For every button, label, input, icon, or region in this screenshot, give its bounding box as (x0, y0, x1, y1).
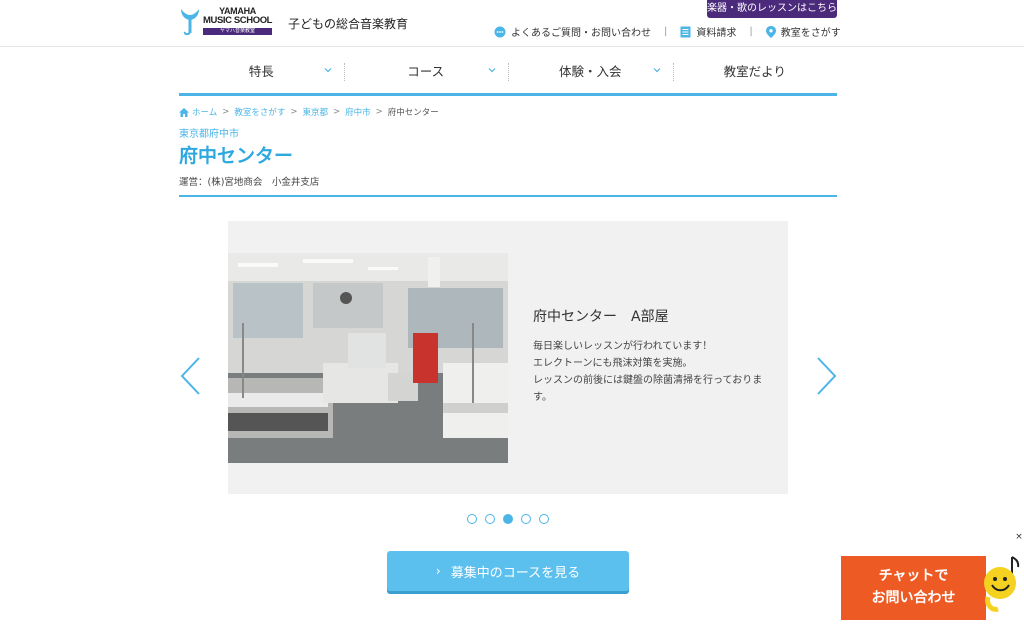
slider-dot[interactable] (539, 514, 549, 524)
nav-item-label: 教室だより (723, 64, 786, 79)
home-icon (179, 107, 189, 117)
find-school-link[interactable]: 教室をさがす (765, 24, 841, 39)
chevron-right-icon: › (435, 564, 441, 578)
yamaha-logo[interactable]: YAMAHA MUSIC SCHOOL ヤマハ音楽教室 (179, 7, 272, 37)
chat-line-1: チャットで (878, 568, 949, 584)
chevron-down-icon (488, 68, 496, 73)
operator-info: 運営：(株)宮地商会 小金井支店 (179, 177, 320, 188)
faq-link-label: よくあるご質問・お問い合わせ (511, 28, 651, 39)
slide-description-line: す。 (533, 392, 552, 403)
nav-item-features[interactable]: 特長 (179, 57, 344, 93)
nav-item-courses[interactable]: コース (343, 57, 509, 93)
breadcrumb-city[interactable]: 府中市 (345, 106, 371, 118)
chat-close-button[interactable]: × (1014, 532, 1024, 542)
chat-line-2: お問い合わせ (871, 590, 956, 606)
faq-link[interactable]: よくあるご質問・お問い合わせ (494, 24, 651, 39)
slider-dot[interactable] (521, 514, 531, 524)
slider-dot[interactable] (467, 514, 477, 524)
nav-item-trial-enroll[interactable]: 体験・入会 (508, 57, 673, 93)
breadcrumb-separator: > (290, 107, 298, 117)
title-divider (179, 195, 837, 197)
page-title: 府中センター (179, 145, 294, 167)
breadcrumb-separator: > (333, 107, 341, 117)
site-tagline: 子どもの総合音楽教育 (288, 17, 409, 31)
slide-description: 毎日楽しいレッスンが行われています！ エレクトーンにも飛沫対策を実施。 レッスン… (533, 338, 773, 406)
breadcrumb-separator: > (375, 107, 383, 117)
nav-item-label: コース (407, 64, 445, 79)
slider-pagination (467, 514, 549, 524)
breadcrumb-separator: > (222, 107, 230, 117)
chat-contact-widget[interactable]: チャットで お問い合わせ (841, 556, 986, 620)
breadcrumb-find-school[interactable]: 教室をさがす (234, 106, 285, 118)
mascot-face-icon (984, 556, 1020, 612)
location-label: 東京都府中市 (179, 129, 239, 140)
slider-dot[interactable] (485, 514, 495, 524)
slide-description-line: レッスンの前後には鍵盤の除菌清掃を行っておりま (533, 375, 763, 386)
brochure-request-label: 資料請求 (696, 28, 737, 39)
page: YAMAHA MUSIC SCHOOL ヤマハ音楽教室 子どもの総合音楽教育 楽… (0, 0, 1024, 625)
logo-text-music-school: MUSIC SCHOOL (203, 15, 273, 26)
nav-item-school-news[interactable]: 教室だより (672, 57, 838, 93)
slider-dot-active[interactable] (503, 514, 513, 524)
slider-slide: 府中センター A部屋 毎日楽しいレッスンが行われています！ エレクトーンにも飛沫… (228, 221, 788, 494)
divider: | (664, 26, 668, 37)
breadcrumb-current: 府中センター (387, 108, 439, 118)
chevron-down-icon (653, 68, 660, 73)
breadcrumb-prefecture[interactable]: 東京都 (303, 106, 329, 118)
find-school-label: 教室をさがす (780, 28, 841, 39)
slide-title: 府中センター A部屋 (533, 309, 669, 325)
document-icon (680, 26, 691, 37)
slide-description-line: 毎日楽しいレッスンが行われています！ (533, 341, 713, 352)
logo-mark-icon (181, 9, 199, 36)
instrument-lessons-button[interactable]: 楽器・歌のレッスンはこちら (707, 0, 837, 18)
view-open-courses-button[interactable]: › 募集中のコースを見る (387, 551, 629, 591)
cta-label: 募集中のコースを見る (450, 565, 581, 581)
nav-item-label: 特長 (248, 64, 274, 79)
chevron-down-icon (324, 68, 331, 73)
classroom-photo (228, 253, 508, 463)
classroom-photo-image (228, 253, 508, 463)
location-pin-icon (765, 25, 776, 38)
divider: | (749, 26, 753, 37)
slider-prev-arrow-icon[interactable] (179, 356, 203, 396)
breadcrumb-home[interactable]: ホーム (192, 106, 217, 118)
chat-bubble-icon (494, 26, 506, 37)
utility-links: よくあるご質問・お問い合わせ | 資料請求 | 教室をさがす (494, 24, 841, 39)
breadcrumb: ホーム > 教室をさがす > 東京都 > 府中市 > 府中センター (179, 106, 439, 118)
logo-subtitle: ヤマハ音楽教室 (203, 27, 273, 35)
nav-item-label: 体験・入会 (558, 64, 622, 79)
site-header: YAMAHA MUSIC SCHOOL ヤマハ音楽教室 子どもの総合音楽教育 楽… (0, 0, 1024, 47)
slider-next-arrow-icon[interactable] (814, 356, 838, 396)
slide-caption: 府中センター A部屋 毎日楽しいレッスンが行われています！ エレクトーンにも飛沫… (533, 306, 773, 406)
brochure-request-link[interactable]: 資料請求 (680, 24, 736, 39)
main-nav: 特長 コース 体験・入会 教室だより (179, 57, 837, 96)
slide-description-line: エレクトーンにも飛沫対策を実施。 (533, 358, 693, 369)
